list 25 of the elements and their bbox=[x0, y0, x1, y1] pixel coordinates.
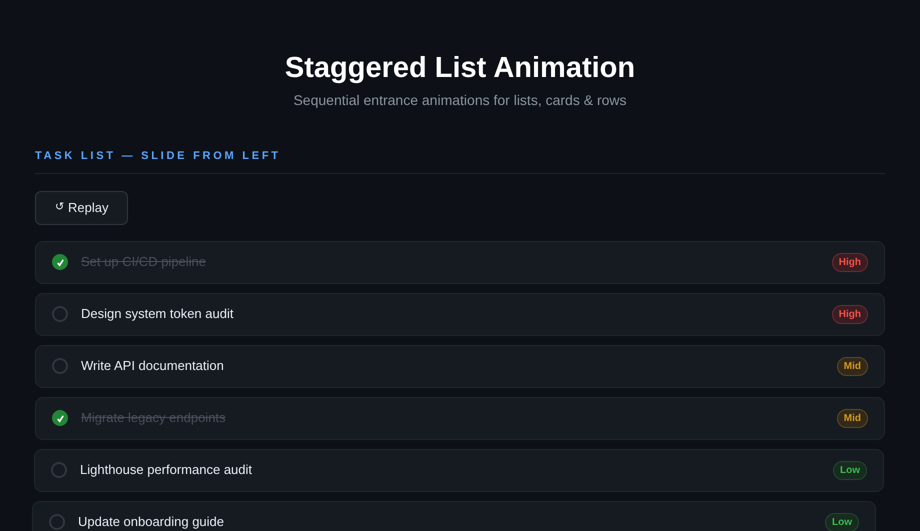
task-label: Design system token audit bbox=[81, 305, 234, 324]
priority-badge: Low bbox=[825, 512, 859, 531]
task-row[interactable]: Update onboarding guide Low bbox=[32, 500, 876, 531]
task-row[interactable]: Lighthouse performance audit Low bbox=[34, 448, 884, 492]
priority-badge: High bbox=[832, 304, 868, 324]
priority-badge: High bbox=[832, 252, 868, 272]
checkbox[interactable] bbox=[49, 514, 65, 530]
page-title: Staggered List Animation bbox=[284, 51, 636, 86]
checkbox[interactable] bbox=[52, 358, 68, 374]
checked-icon[interactable] bbox=[52, 254, 68, 270]
checkbox[interactable] bbox=[52, 306, 68, 322]
checkbox[interactable] bbox=[51, 462, 67, 478]
replay-icon: ↺ bbox=[55, 199, 64, 216]
task-label: Update onboarding guide bbox=[78, 513, 226, 531]
task-label: Lighthouse performance audit bbox=[80, 461, 254, 480]
task-row[interactable]: Design system token audit High bbox=[35, 292, 885, 336]
priority-badge: Low bbox=[833, 460, 867, 480]
priority-badge: Mid bbox=[836, 356, 868, 376]
replay-button[interactable]: ↺ Replay bbox=[35, 190, 128, 224]
task-label: Write API documentation bbox=[81, 357, 225, 376]
section-title: TASK LIST — SLIDE FROM LEFT bbox=[35, 149, 282, 164]
task-row[interactable]: Write API documentation Mid bbox=[35, 344, 885, 388]
page-subtitle: Sequential entrance animations for lists, cards & rows bbox=[293, 91, 627, 110]
priority-badge: Mid bbox=[836, 408, 868, 428]
checked-icon[interactable] bbox=[52, 410, 68, 426]
